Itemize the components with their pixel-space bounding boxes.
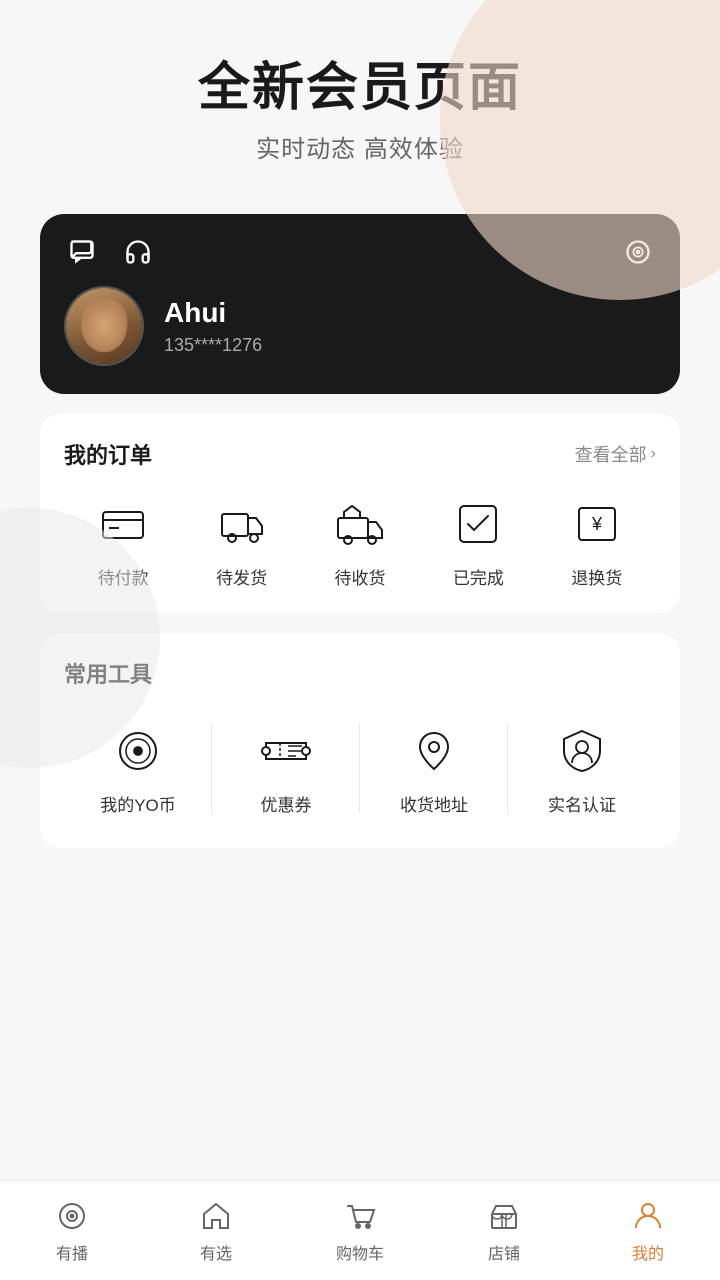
store-icon xyxy=(486,1198,522,1234)
verify-icon xyxy=(552,721,612,781)
shipment-icon xyxy=(212,494,272,554)
nav-item-home[interactable]: 有选 xyxy=(144,1188,288,1274)
tool-label-verify: 实名认证 xyxy=(548,791,616,816)
order-label-ship: 待发货 xyxy=(216,564,267,589)
message-icon[interactable] xyxy=(64,234,100,270)
tool-item-yocoin[interactable]: 我的YO币 xyxy=(64,713,212,824)
profile-action-icons xyxy=(64,234,156,270)
headset-icon[interactable] xyxy=(120,234,156,270)
nav-label-broadcast: 有播 xyxy=(56,1240,88,1264)
nav-item-cart[interactable]: 购物车 xyxy=(288,1188,432,1274)
bottom-nav: 有播 有选 购物车 店铺 xyxy=(0,1180,720,1280)
order-item-ship[interactable]: 待发货 xyxy=(212,494,272,589)
user-phone: 135****1276 xyxy=(164,335,262,356)
delivery-icon xyxy=(330,494,390,554)
nav-item-broadcast[interactable]: 有播 xyxy=(0,1188,144,1274)
nav-label-home: 有选 xyxy=(200,1240,232,1264)
complete-icon xyxy=(448,494,508,554)
orders-title: 我的订单 xyxy=(64,438,152,470)
order-label-delivery: 待收货 xyxy=(334,564,385,589)
profile-nav-icon xyxy=(630,1198,666,1234)
home-icon xyxy=(198,1198,234,1234)
tool-label-coupon: 优惠券 xyxy=(261,791,312,816)
cart-icon xyxy=(342,1198,378,1234)
tool-label-yocoin: 我的YO币 xyxy=(100,791,176,816)
coupon-icon xyxy=(256,721,316,781)
tool-item-verify[interactable]: 实名认证 xyxy=(508,713,656,824)
profile-info: Ahui 135****1276 xyxy=(64,286,656,366)
broadcast-icon xyxy=(54,1198,90,1234)
order-label-return: 退换货 xyxy=(571,564,622,589)
profile-text: Ahui 135****1276 xyxy=(164,297,262,356)
order-icons-row: 待付款 待发货 xyxy=(64,494,656,589)
order-label-complete: 已完成 xyxy=(453,564,504,589)
tools-icons-row: 我的YO币 优惠券 xyxy=(64,713,656,824)
avatar[interactable] xyxy=(64,286,144,366)
tool-item-address[interactable]: 收货地址 xyxy=(360,713,508,824)
tool-item-coupon[interactable]: 优惠券 xyxy=(212,713,360,824)
view-all-button[interactable]: 查看全部 › xyxy=(575,441,656,467)
nav-item-store[interactable]: 店铺 xyxy=(432,1188,576,1274)
nav-item-profile[interactable]: 我的 xyxy=(576,1188,720,1274)
view-all-label: 查看全部 xyxy=(575,441,647,467)
svg-text:¥: ¥ xyxy=(591,514,603,534)
tool-label-address: 收货地址 xyxy=(400,791,468,816)
order-item-delivery[interactable]: 待收货 xyxy=(330,494,390,589)
order-item-return[interactable]: ¥ 退换货 xyxy=(567,494,627,589)
user-name: Ahui xyxy=(164,297,262,329)
yo-coin-icon xyxy=(108,721,168,781)
chevron-right-icon: › xyxy=(651,445,656,463)
nav-label-cart: 购物车 xyxy=(336,1240,384,1264)
nav-label-profile: 我的 xyxy=(632,1240,664,1264)
orders-header: 我的订单 查看全部 › xyxy=(64,438,656,470)
nav-label-store: 店铺 xyxy=(488,1240,520,1264)
order-item-complete[interactable]: 已完成 xyxy=(448,494,508,589)
address-icon xyxy=(404,721,464,781)
return-icon: ¥ xyxy=(567,494,627,554)
